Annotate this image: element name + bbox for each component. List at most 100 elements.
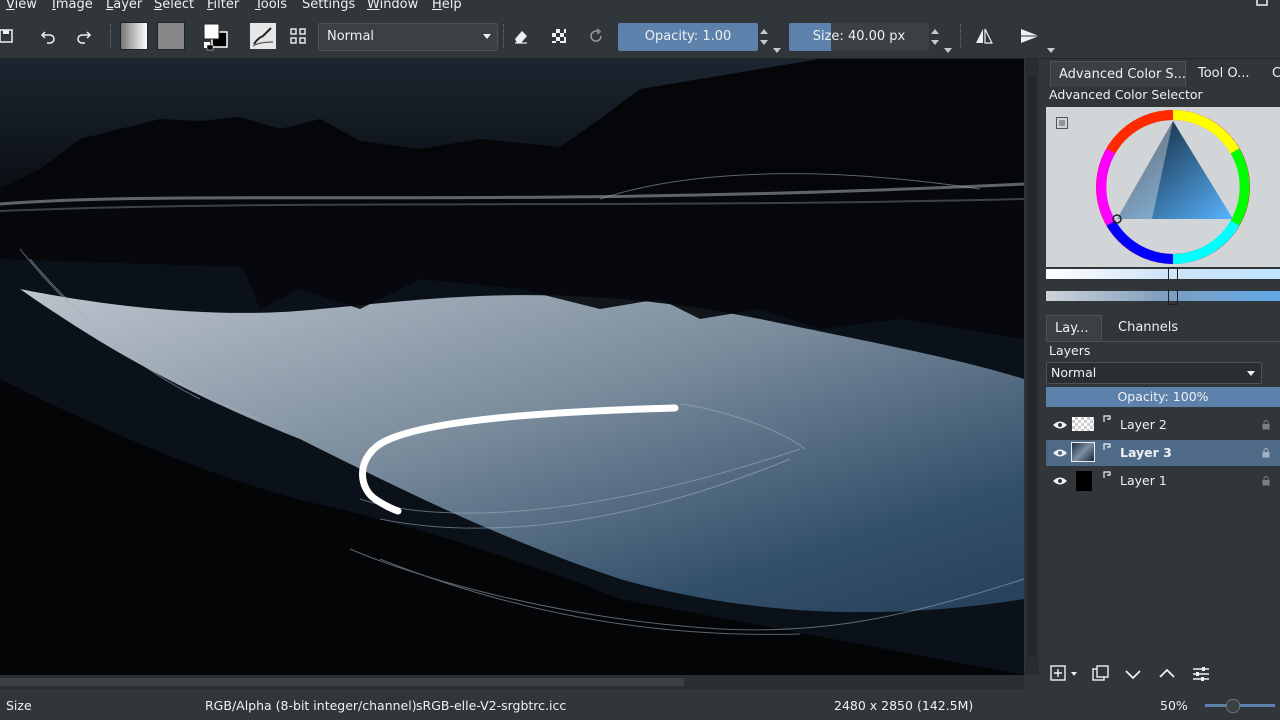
opacity-spin-buttons[interactable] [758,23,770,51]
opacity-slider[interactable]: Opacity: 1.00 [618,23,758,51]
status-color-space: RGB/Alpha (8-bit integer/channel) [205,698,417,713]
menu-tools[interactable]: Tools [255,0,287,12]
reload-preset-button[interactable] [582,22,610,50]
menu-bar: View Image Layer Select Filter Tools Set… [0,0,1280,14]
painting [0,59,1024,675]
menu-image[interactable]: Image [52,0,93,12]
blend-mode-combo[interactable]: Normal [318,23,498,51]
menu-layer[interactable]: Layer [106,0,142,12]
brush-settings-button[interactable] [284,22,312,50]
layer-thumbnail [1071,442,1095,462]
lock-icon[interactable] [1262,420,1270,430]
tab-layers[interactable]: Lay... [1046,315,1102,341]
menu-list-icon[interactable] [1056,117,1068,129]
alpha-checker-icon [552,29,566,43]
duplicate-layer-button[interactable] [1090,663,1112,685]
eraser-mode-button[interactable] [507,22,535,50]
color-shade-bar-1[interactable] [1046,269,1280,279]
layer-row-layer-2[interactable]: Layer 2 [1046,412,1280,438]
layer-name: Layer 2 [1120,417,1167,432]
vertical-scrollbar-thumb[interactable] [1028,77,1036,657]
chevron-down-icon[interactable] [1047,48,1055,54]
layers-opacity-slider[interactable]: Opacity: 100% [1046,387,1280,407]
undo-button[interactable] [34,22,62,50]
fg-bg-color-icon [203,23,228,51]
alpha-inherit-icon[interactable] [1102,442,1112,452]
preserve-alpha-button[interactable] [545,22,573,50]
reload-icon [590,28,602,42]
layer-row-layer-3[interactable]: Layer 3 [1046,440,1280,466]
sliders-icon [1193,667,1209,681]
window-restore-icon[interactable] [1254,0,1270,10]
shade-divider [1046,281,1280,289]
menu-select[interactable]: Select [154,0,194,12]
pattern-button[interactable] [156,22,186,50]
horizontal-scrollbar[interactable] [0,675,1024,689]
layer-row-layer-1[interactable]: Layer 1 [1046,468,1280,494]
color-shade-bar-2[interactable] [1046,291,1280,301]
grid-icon [290,28,306,44]
vertical-scrollbar[interactable] [1025,59,1039,675]
status-dimensions[interactable]: 2480 x 2850 (142.5M) [834,698,973,713]
foreground-background-colors[interactable] [200,22,232,51]
chevron-down-icon [1247,371,1255,376]
duplicate-layer-icon [1092,665,1109,681]
layer-name: Layer 1 [1120,473,1167,488]
menu-view[interactable]: View [6,0,37,12]
eye-icon[interactable] [1052,476,1068,486]
layer-name: Layer 3 [1120,445,1172,460]
layers-blend-mode-combo[interactable]: Normal [1046,362,1262,384]
chevron-down-icon[interactable] [773,48,781,54]
brush-preset-button[interactable] [248,22,278,50]
save-button[interactable] [0,22,20,50]
redo-icon [77,31,92,44]
status-profile: sRGB-elle-V2-srgbtrc.icc [416,698,567,713]
menu-help[interactable]: Help [432,0,462,12]
color-selector-panel [1046,107,1280,267]
size-slider[interactable]: Size: 40.00 px [789,23,929,51]
tab-more[interactable]: C [1268,61,1280,87]
status-bar: Size RGB/Alpha (8-bit integer/channel) s… [0,690,1280,720]
size-spin-buttons[interactable] [929,23,941,51]
status-zoom[interactable]: 50% [1160,698,1188,713]
mirror-horizontal-button[interactable] [970,22,998,50]
alpha-inherit-icon[interactable] [1102,414,1112,424]
chevron-down-icon[interactable] [944,48,952,54]
tab-tool-options[interactable]: Tool O... [1190,61,1268,87]
zoom-slider-handle[interactable] [1226,699,1240,713]
redo-button[interactable] [70,22,98,50]
layers-title: Layers [1049,343,1091,358]
add-layer-button[interactable] [1048,663,1080,685]
lock-icon[interactable] [1262,476,1270,486]
tab-underline [1046,341,1280,342]
zoom-slider[interactable] [1205,704,1275,707]
tab-channels[interactable]: Channels [1110,315,1180,341]
color-wheel[interactable] [1092,107,1254,267]
gradient-button[interactable] [119,22,149,50]
alpha-inherit-icon[interactable] [1102,470,1112,480]
eye-icon[interactable] [1052,448,1068,458]
add-layer-icon [1050,665,1077,681]
mirror-vertical-button[interactable] [1016,22,1044,50]
horizontal-scrollbar-thumb[interactable] [0,678,684,686]
toolbar: Normal Opacity: 1.00 Size: 40.00 px [0,14,1280,59]
toolbar-separator [960,24,963,48]
eye-icon[interactable] [1052,420,1068,430]
chevron-down-icon [483,34,491,39]
canvas[interactable] [0,59,1024,675]
layer-thumbnail [1072,417,1094,431]
move-layer-down-button[interactable] [1122,663,1144,685]
right-dock: Advanced Color S... Tool O... C Advanced… [1042,59,1280,689]
status-tool: Size [6,698,32,713]
menu-filter[interactable]: Filter [207,0,239,12]
pattern-swatch [157,22,185,50]
tab-advanced-color-selector[interactable]: Advanced Color S... [1050,61,1186,87]
lock-icon[interactable] [1262,448,1270,458]
layer-properties-button[interactable] [1190,663,1212,685]
move-layer-up-button[interactable] [1156,663,1178,685]
menu-window[interactable]: Window [367,0,418,12]
gradient-swatch [120,22,148,50]
layer-thumbnail [1076,471,1092,491]
color-selector-title: Advanced Color Selector [1049,87,1203,102]
menu-settings[interactable]: Settings [302,0,355,12]
